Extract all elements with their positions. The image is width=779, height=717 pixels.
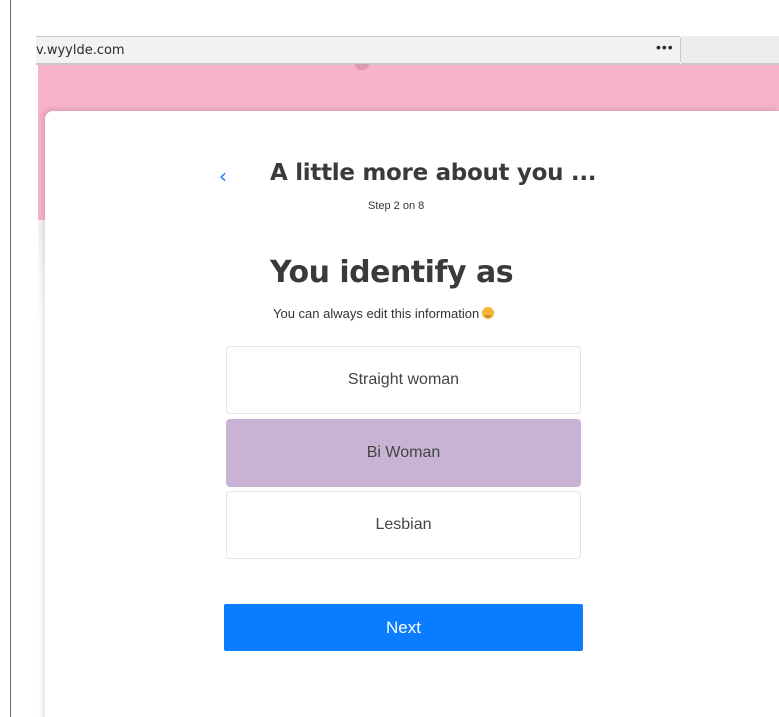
- option-label: Straight woman: [347, 371, 460, 388]
- question-subtitle-text: You can always edit this information: [273, 306, 480, 321]
- option-lesbian[interactable]: Lesbian: [226, 491, 581, 559]
- next-button[interactable]: Next: [224, 604, 583, 651]
- browser-window: v.wyylde.com ••• ☆ ‹ A little more about…: [0, 0, 779, 717]
- question-title: You identify as: [270, 255, 514, 290]
- window-border: [10, 0, 11, 717]
- page-title: A little more about you ...: [270, 160, 597, 186]
- option-straight-woman[interactable]: Straight woman: [226, 346, 581, 414]
- toolbar-area: [681, 36, 779, 64]
- url-text[interactable]: v.wyylde.com: [36, 43, 125, 58]
- page-actions-icon[interactable]: •••: [656, 39, 674, 55]
- option-bi-woman[interactable]: Bi Woman: [226, 419, 581, 487]
- option-label: Bi Woman: [366, 444, 441, 461]
- option-label: Lesbian: [375, 516, 432, 533]
- next-button-label: Next: [386, 617, 421, 637]
- question-subtitle: You can always edit this information: [273, 306, 495, 321]
- smiling-face-icon: [482, 307, 495, 319]
- address-bar[interactable]: v.wyylde.com ••• ☆: [36, 36, 707, 64]
- back-arrow-icon[interactable]: ‹: [219, 164, 233, 188]
- step-indicator: Step 2 on 8: [368, 200, 425, 212]
